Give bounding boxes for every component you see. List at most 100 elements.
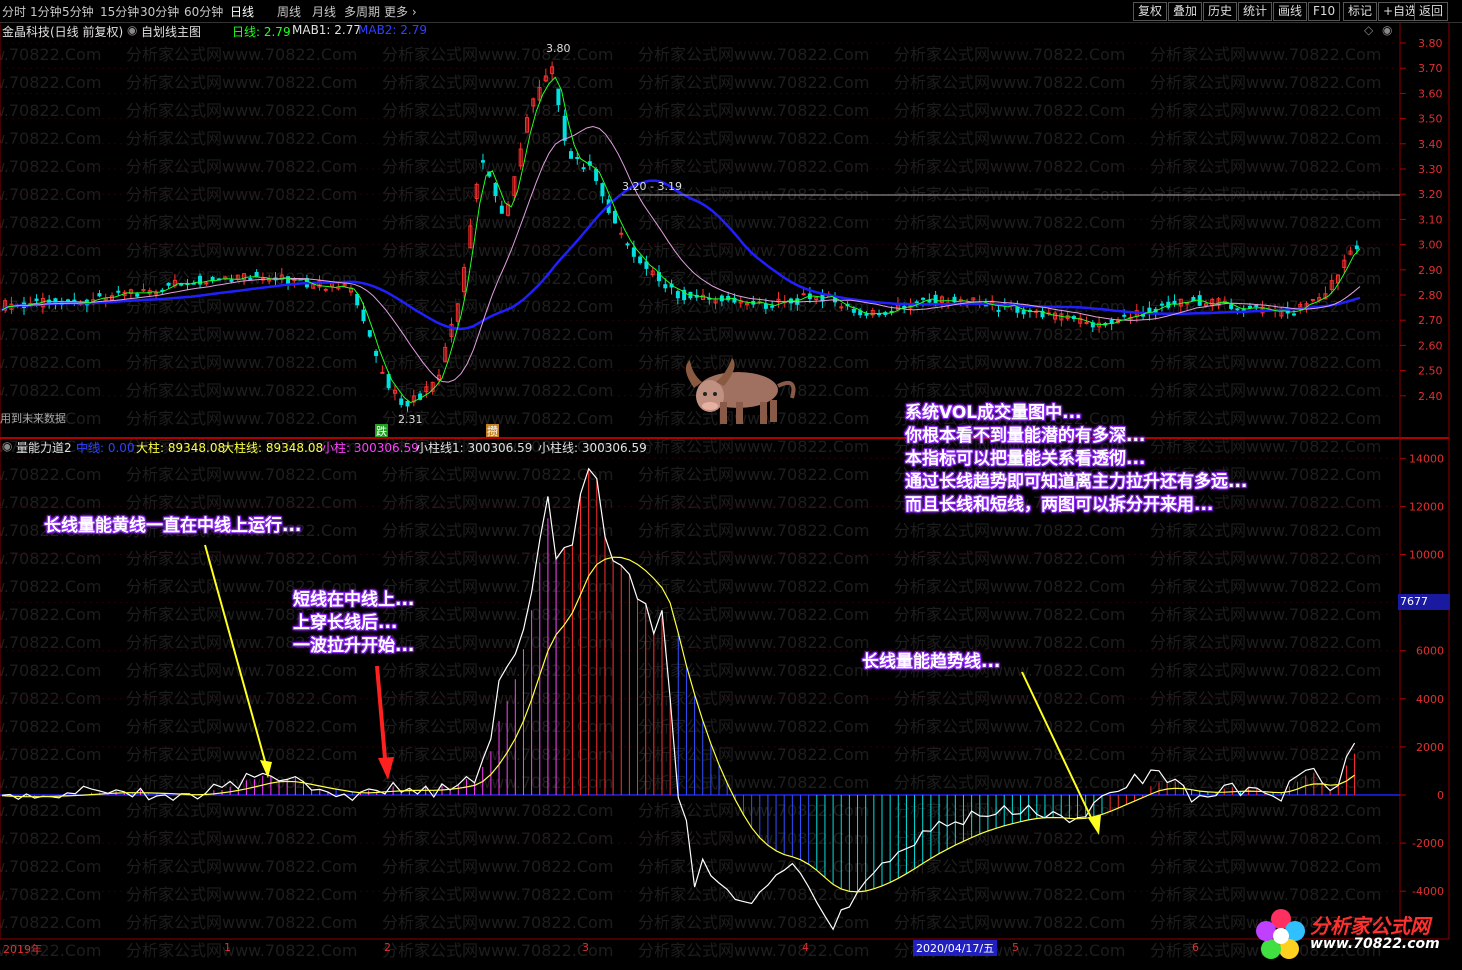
watermark-text: 分析家公式网www.70822.Com <box>894 353 1125 372</box>
callout-explanation-2: 你根本看不到量能潜的有多深... <box>905 426 1146 446</box>
period-tab-10[interactable]: 更多 › <box>384 3 417 20</box>
watermark-text: 分析家公式网www.70822.Com <box>0 465 101 484</box>
watermark-text: 分析家公式网www.70822.Com <box>382 213 613 232</box>
period-tab-7[interactable]: 周线 <box>277 3 301 20</box>
settings-icon[interactable]: ◉ <box>1382 23 1392 37</box>
watermark-text: 分析家公式网www.70822.Com <box>0 885 101 904</box>
big-col-value: 大柱: 89348.08 <box>136 441 226 455</box>
candle-body <box>1159 303 1164 306</box>
vol-tick-label: -4000 <box>1412 885 1444 898</box>
period-tab-6[interactable]: 日线 <box>230 3 254 20</box>
indicator-toggle-icon[interactable]: ◉ <box>2 439 12 453</box>
period-tab-5[interactable]: 60分钟 <box>184 3 223 20</box>
watermark-text: 分析家公式网www.70822.Com <box>894 521 1125 540</box>
watermark-text: 分析家公式网www.70822.Com <box>382 717 613 736</box>
period-tab-8[interactable]: 月线 <box>312 3 336 20</box>
callout-short-line-1: 短线在中线上... <box>293 590 415 610</box>
toolbar-button-6[interactable]: 标记 <box>1343 2 1378 21</box>
watermark-text: 分析家公式网www.70822.Com <box>0 549 101 568</box>
candle-body <box>1122 314 1127 317</box>
period-tab-3[interactable]: 15分钟 <box>100 3 139 20</box>
indicator-toggle-icon[interactable]: ◉ <box>127 23 137 37</box>
watermark-text: 分析家公式网www.70822.Com <box>126 325 357 344</box>
time-axis-month-2: 2 <box>384 941 391 954</box>
watermark-text: 分析家公式网www.70822.Com <box>638 493 869 512</box>
watermark-text: 分析家公式网www.70822.Com <box>1150 213 1381 232</box>
candle-body <box>625 243 630 246</box>
watermark-text: 分析家公式网www.70822.Com <box>638 409 869 428</box>
toolbar-button-0[interactable]: 复权 <box>1133 2 1168 21</box>
watermark-text: 分析家公式网www.70822.Com <box>0 857 101 876</box>
flag-up-label: 攒 <box>487 424 498 438</box>
period-tab-0[interactable]: 分时 <box>2 3 26 20</box>
watermark-text: 分析家公式网www.70822.Com <box>382 185 613 204</box>
candle-body <box>1015 306 1020 313</box>
diamond-icon[interactable]: ◇ <box>1364 23 1373 37</box>
watermark-text: 分析家公式网www.70822.Com <box>382 633 613 652</box>
period-tab-4[interactable]: 30分钟 <box>140 3 179 20</box>
watermark-text: 分析家公式网www.70822.Com <box>0 381 101 400</box>
watermark-text: 分析家公式网www.70822.Com <box>894 577 1125 596</box>
watermark-text: 分析家公式网www.70822.Com <box>638 913 869 932</box>
candle-body <box>135 293 140 297</box>
watermark-text: 分析家公式网www.70822.Com <box>894 745 1125 764</box>
price-tick-label: 3.20 <box>1418 188 1443 201</box>
candle-body <box>1247 305 1252 309</box>
toolbar-button-2[interactable]: 历史 <box>1203 2 1238 21</box>
period-tab-2[interactable]: 5分钟 <box>62 3 94 20</box>
watermark-text: 分析家公式网www.70822.Com <box>126 885 357 904</box>
watermark-text: 分析家公式网www.70822.Com <box>0 185 101 204</box>
price-tick-label: 3.60 <box>1418 87 1443 100</box>
watermark-text: 分析家公式网www.70822.Com <box>894 549 1125 568</box>
toolbar-button-4[interactable]: 画线 <box>1273 2 1308 21</box>
candle-body <box>386 374 391 389</box>
toolbar-button-5[interactable]: F10 <box>1308 2 1341 21</box>
watermark-text: 分析家公式网www.70822.Com <box>382 73 613 92</box>
candle-body <box>914 301 919 304</box>
watermark-text: 分析家公式网www.70822.Com <box>382 549 613 568</box>
watermark-text: 分析家公式网www.70822.Com <box>126 549 357 568</box>
toolbar-button-8[interactable]: 返回 <box>1414 2 1449 21</box>
watermark-text: 分析家公式网www.70822.Com <box>126 241 357 260</box>
indicator-name[interactable]: 自划线主图 <box>141 23 201 40</box>
watermark-text: 分析家公式网www.70822.Com <box>638 157 869 176</box>
watermark-text: 分析家公式网www.70822.Com <box>382 157 613 176</box>
watermark-text: 分析家公式网www.70822.Com <box>382 325 613 344</box>
watermark-text: 分析家公式网www.70822.Com <box>894 213 1125 232</box>
candle-body <box>254 271 259 277</box>
watermark-text: 分析家公式网www.70822.Com <box>1150 521 1381 540</box>
callout-explanation-3: 本指标可以把量能关系看透彻... <box>905 449 1146 469</box>
watermark-text: 分析家公式网www.70822.Com <box>638 577 869 596</box>
time-axis-month-3: 3 <box>582 941 589 954</box>
flower-icon <box>1256 909 1305 959</box>
daily-line-value: 日线: 2.79 <box>232 25 291 39</box>
mab1-value: MAB1: 2.77 <box>292 23 362 37</box>
watermark-text: 分析家公式网www.70822.Com <box>0 661 101 680</box>
indicator-title[interactable]: 量能力道2 <box>16 439 72 456</box>
watermark-text: 分析家公式网www.70822.Com <box>638 801 869 820</box>
watermark-text: 分析家公式网www.70822.Com <box>126 409 357 428</box>
watermark-text: 分析家公式网www.70822.Com <box>894 45 1125 64</box>
period-tab-1[interactable]: 1分钟 <box>30 3 62 20</box>
watermark-text: 分析家公式网www.70822.Com <box>638 129 869 148</box>
price-low-label: 2.31 <box>398 413 423 426</box>
period-tab-9[interactable]: 多周期 <box>344 3 380 20</box>
watermark-text: 分析家公式网www.70822.Com <box>1150 857 1381 876</box>
time-axis: 2019年 1 2 3 4 5 6 2020/04/17/五 <box>0 940 1400 956</box>
flag-down-label: 跌 <box>376 424 387 438</box>
future-data-label: 用到未来数据 <box>0 411 66 425</box>
candle-body <box>1235 308 1240 311</box>
toolbar-button-3[interactable]: 统计 <box>1238 2 1273 21</box>
candle-body <box>198 275 203 285</box>
watermark-text: 分析家公式网www.70822.Com <box>0 101 101 120</box>
watermark-text: 分析家公式网www.70822.Com <box>0 605 101 624</box>
candle-body <box>1291 313 1296 316</box>
watermark-text: 分析家公式网www.70822.Com <box>894 913 1125 932</box>
watermark-text: 分析家公式网www.70822.Com <box>382 101 613 120</box>
watermark-text: 分析家公式网www.70822.Com <box>638 45 869 64</box>
vol-tick-label: 0 <box>1437 789 1444 802</box>
toolbar-button-1[interactable]: 叠加 <box>1168 2 1203 21</box>
vol-tick-label: 2000 <box>1416 741 1444 754</box>
site-logo: 分析家公式网 www.70822.com <box>1255 905 1455 965</box>
watermark-text: 分析家公式网www.70822.Com <box>1150 885 1381 904</box>
